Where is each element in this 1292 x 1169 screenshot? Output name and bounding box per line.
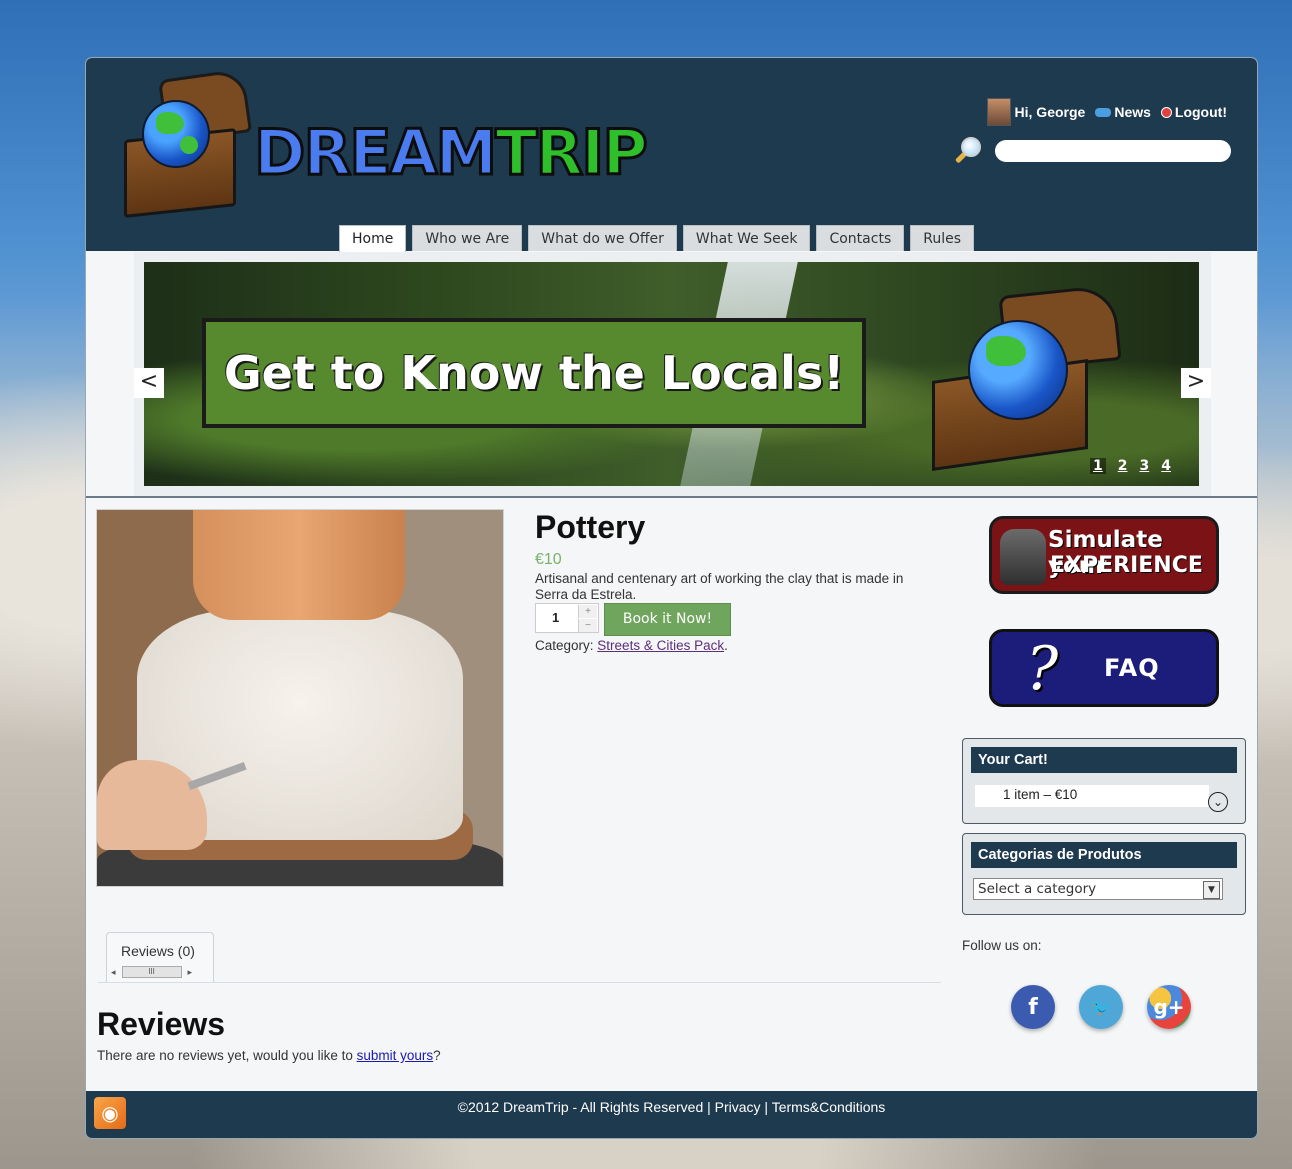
scrollbar-thumb[interactable]: III	[121, 966, 182, 978]
simulate-experience-button[interactable]: Simulate your EXPERIENCE	[989, 516, 1219, 594]
product-image[interactable]	[96, 509, 504, 887]
slide-banner-text: Get to Know the Locals!	[223, 346, 845, 400]
categories-widget: Categorias de Produtos Select a category…	[962, 833, 1246, 915]
categories-title: Categorias de Produtos	[971, 842, 1237, 868]
quantity-decrease-button[interactable]: −	[578, 619, 597, 632]
site-logo[interactable]: DREAMTRIP	[120, 68, 649, 218]
facebook-icon[interactable]: f	[1011, 985, 1055, 1029]
logo-text-trip: TRIP	[494, 116, 650, 189]
slider-page-1[interactable]: 1	[1090, 458, 1106, 474]
cart-title: Your Cart!	[971, 747, 1237, 773]
nav-tab-who-we-are[interactable]: Who we Are	[412, 225, 523, 251]
chevron-down-icon[interactable]: ⌄	[1208, 792, 1228, 812]
site-header: DREAMTRIP Hi, George News Logout! Home W…	[86, 58, 1257, 252]
scroll-left-arrow-icon[interactable]: ◂	[111, 967, 116, 978]
quantity-value[interactable]: 1	[552, 610, 559, 625]
cart-widget: Your Cart! 1 item – €10 ⌄	[962, 738, 1246, 824]
product-title: Pottery	[535, 509, 646, 545]
reviews-heading: Reviews	[97, 1006, 226, 1042]
slide-banner: Get to Know the Locals!	[202, 318, 866, 428]
tab-scrollbar[interactable]: ◂ III ▸	[111, 965, 209, 979]
treasure-chest-icon	[124, 68, 253, 218]
nav-tab-contacts[interactable]: Contacts	[816, 225, 905, 251]
quantity-increase-button[interactable]: +	[578, 605, 597, 618]
news-label: News	[1114, 104, 1151, 120]
product-description: Artisanal and centenary art of working t…	[535, 571, 904, 602]
twitter-icon[interactable]: 🐦	[1079, 985, 1123, 1029]
treasure-chest-icon	[922, 284, 1122, 471]
reviews-note-suffix: ?	[433, 1048, 441, 1063]
logo-text: DREAMTRIP	[252, 116, 650, 189]
site-footer: ◉ ©2012 DreamTrip - All Rights Reserved …	[86, 1091, 1257, 1138]
avatar	[986, 98, 1011, 126]
slide-image[interactable]: Get to Know the Locals! 1 2 3 4	[144, 262, 1199, 486]
faq-button[interactable]: ? FAQ	[989, 629, 1219, 707]
cart-summary[interactable]: 1 item – €10	[975, 785, 1209, 807]
simulate-line2: EXPERIENCE	[1050, 553, 1203, 578]
search-input[interactable]	[995, 140, 1231, 162]
question-mark-icon: ?	[1026, 634, 1059, 704]
user-bar: Hi, George News Logout!	[986, 98, 1227, 126]
product-category: Category: Streets & Cities Pack.	[535, 638, 728, 653]
backpack-icon	[1000, 529, 1046, 585]
product-price: €10	[535, 551, 562, 568]
footer-copyright: ©2012 DreamTrip - All Rights Reserved | …	[457, 1099, 886, 1115]
tab-reviews-label: Reviews (0)	[121, 943, 195, 959]
main-nav: Home Who we Are What do we Offer What We…	[339, 225, 975, 252]
slider-pager: 1 2 3 4	[1090, 458, 1171, 474]
category-select[interactable]: Select a category ▼	[973, 878, 1223, 900]
follow-label: Follow us on:	[962, 938, 1042, 953]
search-icon[interactable]	[951, 135, 981, 169]
slider-prev-button[interactable]: <	[134, 368, 164, 398]
nav-tab-home[interactable]: Home	[339, 225, 407, 252]
page-frame: DREAMTRIP Hi, George News Logout! Home W…	[86, 58, 1257, 1138]
category-link[interactable]: Streets & Cities Pack	[597, 638, 724, 653]
scroll-right-arrow-icon[interactable]: ▸	[188, 967, 193, 978]
category-end: .	[724, 638, 728, 653]
tab-divider	[98, 982, 941, 983]
select-arrow-icon[interactable]: ▼	[1203, 881, 1220, 899]
nav-tab-what-do-we-offer[interactable]: What do we Offer	[528, 225, 677, 251]
faq-label: FAQ	[1104, 654, 1160, 682]
google-plus-icon[interactable]: g+	[1147, 985, 1191, 1029]
slider-page-3[interactable]: 3	[1140, 458, 1150, 474]
reviews-note-prefix: There are no reviews yet, would you like…	[97, 1048, 353, 1063]
reviews-note: There are no reviews yet, would you like…	[97, 1048, 441, 1063]
image-slider: Get to Know the Locals! 1 2 3 4 < >	[134, 252, 1211, 496]
submit-review-link[interactable]: submit yours	[357, 1048, 434, 1063]
nav-tab-what-we-seek[interactable]: What We Seek	[682, 225, 811, 251]
slider-next-button[interactable]: >	[1181, 368, 1211, 398]
logout-link[interactable]: Logout!	[1160, 104, 1227, 120]
slider-page-2[interactable]: 2	[1118, 458, 1128, 474]
category-select-value: Select a category	[978, 881, 1097, 897]
logout-label: Logout!	[1174, 104, 1227, 120]
divider	[86, 496, 1257, 498]
quantity-stepper[interactable]: 1 + −	[535, 603, 599, 633]
book-now-button[interactable]: Book it Now!	[604, 603, 731, 636]
nav-tab-rules[interactable]: Rules	[910, 225, 975, 251]
logout-icon	[1160, 106, 1172, 118]
news-link[interactable]: News	[1095, 104, 1151, 120]
category-label: Category:	[535, 638, 594, 653]
logo-text-dream: DREAM	[252, 116, 498, 189]
greeting-text: Hi, George	[1014, 104, 1086, 120]
slider-page-4[interactable]: 4	[1161, 458, 1171, 474]
user-greeting[interactable]: Hi, George	[986, 98, 1086, 126]
tab-reviews[interactable]: Reviews (0) ◂ III ▸	[106, 932, 214, 983]
social-links: f 🐦 g+	[1011, 985, 1191, 1029]
news-icon	[1095, 107, 1112, 117]
